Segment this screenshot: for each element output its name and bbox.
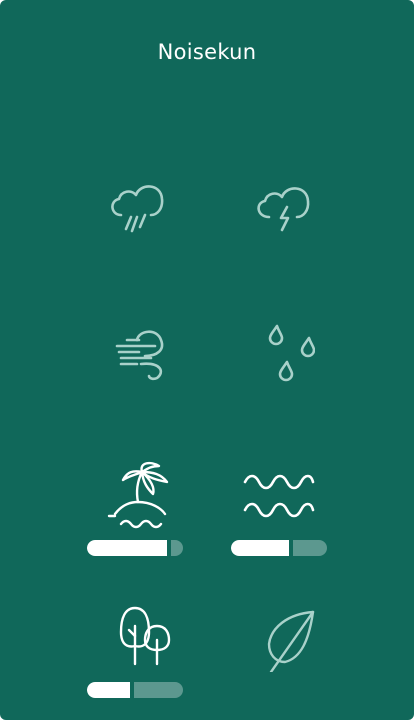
volume-slider[interactable] xyxy=(231,540,327,556)
sound-leaves[interactable] xyxy=(229,600,329,672)
app-window: Noisekun xyxy=(0,0,414,720)
volume-thumb[interactable] xyxy=(130,682,134,698)
sound-wind[interactable] xyxy=(85,318,185,390)
sound-forest[interactable] xyxy=(85,600,185,698)
palm-island-icon xyxy=(107,461,169,529)
rain-icon xyxy=(111,185,164,233)
volume-slider[interactable] xyxy=(87,540,183,556)
app-title: Noisekun xyxy=(157,40,257,64)
trees-icon xyxy=(119,606,171,666)
waves-icon xyxy=(243,474,315,518)
leaf-icon xyxy=(267,610,315,672)
volume-thumb[interactable] xyxy=(289,540,293,556)
sound-waves[interactable] xyxy=(229,458,329,556)
sound-beach[interactable] xyxy=(85,458,185,556)
sound-drops[interactable] xyxy=(229,318,329,390)
water-drops-icon xyxy=(268,324,315,382)
volume-thumb[interactable] xyxy=(167,540,171,556)
sound-storm[interactable] xyxy=(229,173,329,245)
lightning-cloud-icon xyxy=(257,187,310,232)
sound-rain[interactable] xyxy=(85,173,185,245)
volume-fill xyxy=(87,540,167,556)
wind-icon xyxy=(115,330,164,381)
volume-fill xyxy=(231,540,289,556)
volume-slider[interactable] xyxy=(87,682,183,698)
volume-fill xyxy=(87,682,130,698)
